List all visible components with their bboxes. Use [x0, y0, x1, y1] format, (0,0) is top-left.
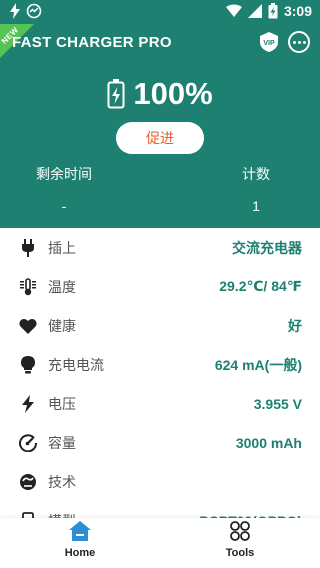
info-label: 温度 [48, 278, 76, 295]
more-dot [297, 40, 301, 44]
nav-tools[interactable]: Tools [160, 518, 320, 568]
info-row-current: 充电电流 624 mA(一般) [0, 345, 320, 384]
tools-icon [230, 521, 250, 541]
battery-info-list: 插上 交流充电器 温度 29.2℃/ 84℉ 健康 好 充电电流 624 mA(… [0, 228, 320, 540]
info-row-voltage: 电压 3.955 V [0, 384, 320, 423]
info-label: 技术 [48, 473, 76, 490]
wifi-icon [225, 4, 242, 17]
info-row-plugged: 插上 交流充电器 [0, 228, 320, 267]
boost-button[interactable]: 促进 [116, 122, 204, 154]
nav-label: Home [64, 547, 96, 559]
info-row-capacity: 容量 3000 mAh [0, 423, 320, 462]
more-dot [292, 40, 296, 44]
info-row-technology: 技术 [0, 462, 320, 501]
more-options-button[interactable] [288, 31, 310, 53]
count-stat: 计数 1 [196, 164, 316, 214]
bolt-icon [18, 394, 38, 414]
nav-home[interactable]: Home [0, 518, 160, 568]
status-bar: 3:09 [0, 0, 320, 24]
info-value: 624 mA(一般) [214, 356, 302, 373]
app-title: FAST CHARGER PRO [12, 34, 172, 51]
stat-label: 计数 [242, 166, 270, 182]
info-label: 容量 [48, 434, 76, 451]
bottom-nav: Home Tools [0, 518, 320, 568]
gauge-icon [18, 433, 38, 453]
nav-label: Tools [225, 547, 255, 559]
plug-icon [18, 238, 38, 258]
info-row-health: 健康 好 [0, 306, 320, 345]
more-dot [302, 40, 306, 44]
battery-icon [107, 79, 125, 109]
battery-percent: 100% [133, 76, 213, 111]
flash-icon [10, 3, 20, 19]
info-label: 健康 [48, 317, 76, 334]
vip-label: VIP [263, 40, 275, 47]
battery-level: 100% [0, 76, 320, 112]
info-value: 3.955 V [253, 395, 302, 412]
info-value: 交流充电器 [232, 239, 302, 256]
info-label: 插上 [48, 239, 76, 256]
vip-icon[interactable]: VIP [258, 31, 280, 53]
stat-value: - [61, 198, 67, 214]
info-value: 29.2℃/ 84℉ [219, 278, 302, 294]
stat-label: 剩余时间 [36, 166, 92, 182]
sync-icon [26, 3, 42, 19]
stat-value: 1 [252, 198, 260, 214]
info-value: 3000 mAh [235, 434, 302, 451]
remaining-time-stat: 剩余时间 - [4, 164, 124, 214]
tech-icon [18, 472, 38, 492]
home-icon [69, 521, 91, 541]
header-panel: NEW FAST CHARGER PRO VIP 100% 促进 剩余时间 - … [0, 24, 320, 228]
info-row-temperature: 温度 29.2℃/ 84℉ [0, 267, 320, 306]
info-value: 好 [288, 317, 302, 334]
battery-charging-icon [268, 3, 278, 19]
bulb-icon [18, 355, 38, 375]
signal-icon [247, 4, 262, 18]
info-label: 充电电流 [48, 356, 104, 373]
heart-icon [18, 316, 38, 336]
info-label: 电压 [48, 395, 76, 412]
status-time: 3:09 [283, 3, 312, 19]
thermometer-icon [18, 277, 38, 297]
